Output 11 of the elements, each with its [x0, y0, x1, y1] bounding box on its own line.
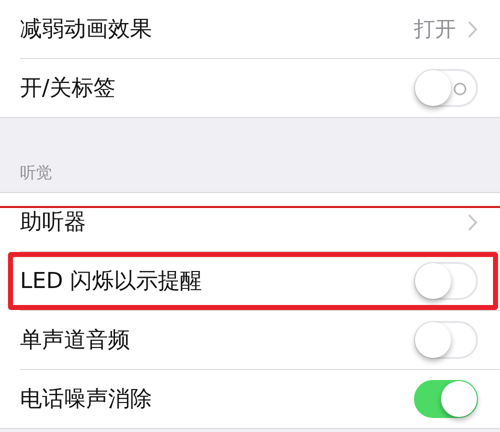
setting-label: 电话噪声消除 — [20, 386, 153, 414]
toggle-switch[interactable] — [414, 380, 478, 418]
setting-label: 助听器 — [20, 209, 87, 237]
setting-label: LED 闪烁以示提醒 — [20, 268, 204, 296]
section-header: 听觉 — [20, 163, 52, 184]
setting-label: 开/关标签 — [20, 75, 116, 103]
setting-value: 打开 — [414, 16, 456, 43]
chevron-icon — [468, 20, 478, 38]
setting-label: 单声道音频 — [20, 327, 131, 355]
chevron-icon — [468, 214, 478, 230]
setting-label: 减弱动画效果 — [20, 16, 153, 44]
